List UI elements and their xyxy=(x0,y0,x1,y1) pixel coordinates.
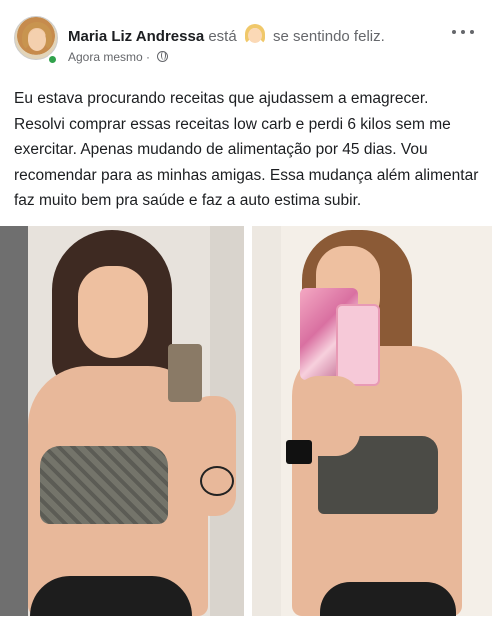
author-name[interactable]: Maria Liz Andressa xyxy=(68,28,204,45)
facebook-post: Maria Liz Andressa está se sentindo feli… xyxy=(0,0,492,620)
globe-icon[interactable] xyxy=(157,51,169,62)
before-photo[interactable] xyxy=(0,226,244,616)
post-timestamp[interactable]: Agora mesmo xyxy=(68,50,143,64)
feeling-prefix: está xyxy=(208,28,237,45)
after-photo[interactable] xyxy=(252,226,492,616)
post-header: Maria Liz Andressa está se sentindo feli… xyxy=(12,12,482,72)
more-options-icon[interactable] xyxy=(452,30,474,38)
post-meta: Agora mesmo · xyxy=(68,50,169,64)
online-status-dot xyxy=(47,54,58,65)
author-line: Maria Liz Andressa está se sentindo feli… xyxy=(68,24,385,46)
feeling-text: se sentindo feliz. xyxy=(273,28,385,45)
post-body-text: Eu estava procurando receitas que ajudas… xyxy=(14,90,479,209)
meta-separator: · xyxy=(146,50,151,64)
feeling-emoji-icon xyxy=(244,24,266,46)
